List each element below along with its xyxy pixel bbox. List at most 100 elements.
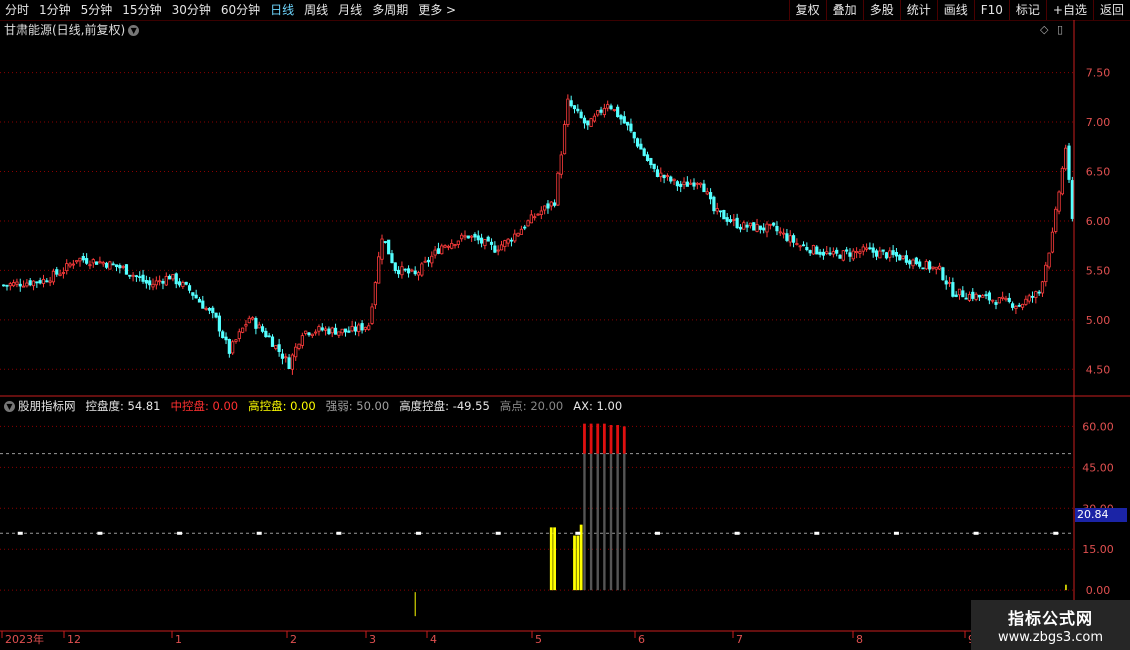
candle [75,260,79,264]
candle-body [509,239,514,242]
candle-body [987,292,991,301]
candle [576,104,580,114]
candle-body [984,294,988,297]
candle-body [31,280,36,287]
kline-chart[interactable]: 4.505.005.506.006.507.007.50 0.0015.0030… [0,0,1130,650]
candle [781,228,786,239]
candle [821,248,826,260]
candle-body [951,282,955,297]
yellow-bar [576,535,580,591]
candle [317,324,321,336]
candle [171,274,175,282]
candle-body [38,280,42,284]
candle [1024,295,1028,306]
candle-body [111,263,115,266]
candle [21,280,26,288]
candle-body [138,276,142,278]
candle-body [1011,303,1015,308]
candle-body [420,263,424,276]
candle-body [572,105,577,110]
candle [957,288,962,300]
candle-body [347,330,351,333]
candle-body [682,181,686,186]
candle [602,103,606,118]
candle [104,261,109,270]
candle-body [423,260,427,263]
candle-body [1007,297,1011,302]
candle [874,248,879,261]
candle [924,259,928,270]
candle-body [855,251,859,254]
candle-body [211,307,215,314]
candle [45,278,49,283]
candle [828,247,832,257]
candle [745,221,749,233]
candle-body [51,270,56,283]
candle [589,117,593,127]
candle [177,278,182,288]
candle-body [639,143,643,150]
candle-body [702,183,706,193]
candle-body [602,107,606,116]
candle [343,328,348,337]
candle [294,343,298,361]
candle [257,321,261,329]
red-cap-bar [583,423,586,454]
candle-body [981,295,985,298]
candle-body [101,262,105,265]
candle [682,177,686,190]
candle-body [672,178,676,182]
candle-body [991,299,995,302]
candle [765,221,769,238]
candle-body [662,174,666,179]
candle-body [320,327,324,331]
candle-body [815,246,819,255]
candle [5,284,9,291]
candle-body [450,242,454,249]
candle [406,265,411,278]
candle-body [675,181,679,187]
candle-body [88,264,92,267]
value-marker [654,531,660,535]
candle [244,320,248,332]
candle [496,245,500,256]
candle-body [828,252,832,255]
candle-body [307,332,311,336]
candle [835,247,839,257]
candle [134,274,139,282]
candle-body [104,262,109,268]
candle-body [234,339,238,342]
candle [65,259,69,275]
candle-body [768,223,772,226]
candle [659,167,663,182]
candle-body [479,237,484,244]
candle [549,200,553,211]
candle [785,228,789,243]
candle-body [791,235,796,243]
candle-body [390,253,394,264]
candle [101,260,105,267]
candle [476,230,480,245]
candle [825,246,829,256]
yellow-bar [573,535,576,591]
candle [337,331,341,338]
candle-body [841,250,845,261]
candle-body [363,326,368,330]
candle-body [191,292,195,296]
indicator-tick-label: 0.00 [1086,584,1111,597]
candle [795,238,799,246]
candle-body [888,250,892,258]
candle [270,334,275,347]
candle [529,209,533,224]
candle-body [1064,147,1068,170]
candle [931,266,935,271]
candle [91,258,95,268]
candle [808,249,812,257]
candle-body [463,235,467,238]
candle-body [131,274,135,277]
candle [708,188,713,205]
candle-body [665,175,670,178]
candle-body [569,100,573,107]
candle-body [353,326,358,332]
candle [516,232,520,237]
